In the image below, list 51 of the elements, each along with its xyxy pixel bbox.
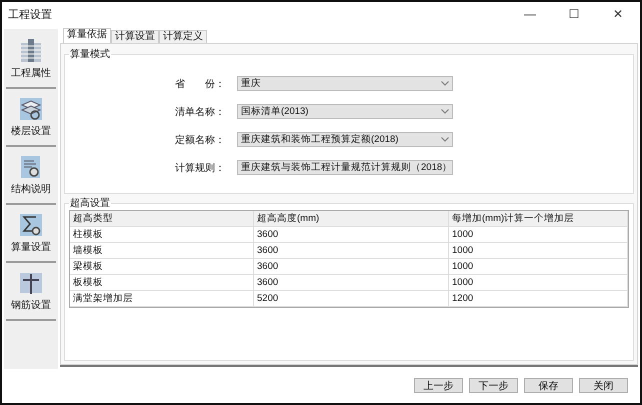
sidebar-item[interactable]: 楼层设置: [6, 89, 56, 147]
dialog-button[interactable]: 保存: [524, 378, 573, 393]
table-cell: 1000: [449, 243, 628, 258]
sidebar-item[interactable]: 工程属性: [6, 31, 56, 89]
chevron-icon: [441, 137, 449, 142]
table-cell: 3600: [254, 259, 449, 274]
dropdown[interactable]: 国标清单(2013): [237, 104, 453, 119]
group-title: 算量模式: [69, 48, 111, 61]
field-label: 计算规则：: [175, 162, 226, 174]
column-header: 超高高度(mm): [254, 211, 449, 226]
tab[interactable]: 算量依据: [63, 28, 111, 43]
layers-icon: [18, 96, 44, 122]
column-header: 每增加(mm)计算一个增加层: [449, 211, 628, 226]
maximize-button[interactable]: ☐: [552, 7, 596, 21]
table-cell: 1200: [449, 291, 628, 306]
table-cell: 3600: [254, 275, 449, 290]
window-title: 工程设置: [8, 8, 53, 22]
field-label: 清单名称：: [175, 106, 226, 118]
table-cell: 3600: [254, 227, 449, 242]
dropdown[interactable]: 重庆: [237, 76, 453, 91]
table-cell: 3600: [254, 243, 449, 258]
dialog-button[interactable]: 上一步: [414, 378, 463, 393]
dialog-button[interactable]: 关闭: [579, 378, 628, 393]
tab[interactable]: 计算定义: [159, 30, 207, 43]
table-cell: 板模板: [70, 275, 254, 290]
chevron-icon: [441, 81, 449, 86]
table-cell: 5200: [254, 291, 449, 306]
building-icon: [18, 38, 44, 64]
sigma-icon: [18, 212, 44, 238]
chevron-icon: [441, 109, 449, 114]
table-cell: 梁模板: [70, 259, 254, 274]
field-label: 定额名称：: [175, 134, 226, 146]
table-cell: 满堂架增加层: [70, 291, 254, 306]
sidebar-item[interactable]: 结构说明: [6, 147, 56, 205]
group-title: 超高设置: [69, 196, 111, 210]
table-cell: 1000: [449, 259, 628, 274]
sidebar-item[interactable]: 算量设置: [6, 205, 56, 263]
table-cell: 柱模板: [70, 227, 254, 242]
sidebar-item[interactable]: 钢筋设置: [6, 263, 56, 321]
tab[interactable]: 计算设置: [111, 30, 159, 43]
minimize-button[interactable]: —: [508, 7, 552, 21]
close-button[interactable]: ✕: [596, 7, 640, 21]
dialog-button[interactable]: 下一步: [469, 378, 518, 393]
dropdown[interactable]: 重庆建筑与装饰工程计量规范计算规则（2018）: [237, 160, 453, 175]
table-cell: 1000: [449, 227, 628, 242]
column-header: 超高类型: [70, 211, 254, 226]
dropdown[interactable]: 重庆建筑和装饰工程预算定额(2018): [237, 132, 453, 147]
field-label: 省 份：: [175, 78, 226, 90]
table-cell: 1000: [449, 275, 628, 290]
table-cell: 墙模板: [70, 243, 254, 258]
rebar-icon: [18, 270, 44, 296]
